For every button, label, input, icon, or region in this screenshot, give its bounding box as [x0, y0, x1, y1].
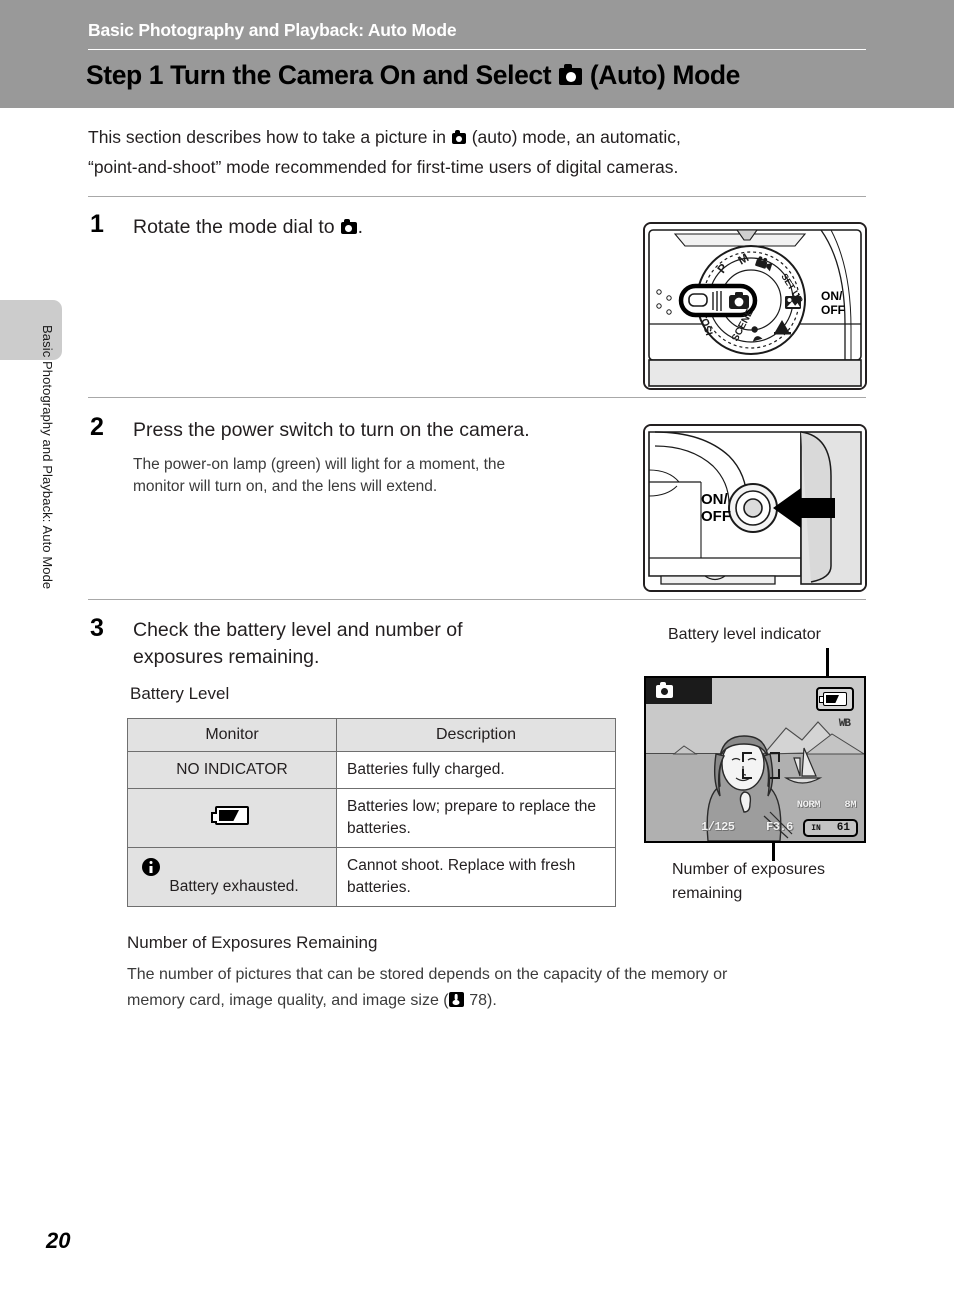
lcd-memory-label: IN — [811, 823, 821, 833]
step-3-heading-line2: exposures remaining. — [133, 646, 320, 668]
battery-level-table: Monitor Description NO INDICATOR Batteri… — [127, 718, 616, 907]
lcd-battery-level-indicator — [816, 687, 854, 711]
exposures-section-heading: Number of Exposures Remaining — [127, 933, 378, 952]
svg-text:OFF: OFF — [701, 508, 731, 525]
power-switch-illustration: ON/ OFF — [643, 424, 867, 592]
step-2-divider — [88, 599, 866, 600]
cell-monitor-exhausted-text: Battery exhausted. — [169, 878, 299, 896]
auto-camera-icon — [341, 219, 357, 234]
mode-dial-illustration: P M SET UP SCENE ISO ON/ OFF — [643, 222, 867, 390]
lcd-exposures-remaining-value: 61 — [836, 822, 850, 834]
page-title-text-after: (Auto) Mode — [582, 60, 741, 90]
low-battery-icon — [211, 806, 249, 825]
lcd-mode-badge — [646, 678, 712, 704]
page-title: Step 1 Turn the Camera On and Select (Au… — [86, 60, 740, 91]
table-row: Batteries low; prepare to replace the ba… — [127, 788, 616, 848]
lcd-exposures-remaining-box: IN 61 — [803, 819, 858, 837]
cell-monitor-low-battery — [127, 788, 337, 848]
step-3-heading-line1: Check the battery level and number of — [133, 619, 463, 641]
lcd-shutter-speed: 1/125 — [701, 820, 735, 834]
lcd-image-quality: NORM — [796, 799, 821, 811]
page-number: 20 — [46, 1228, 71, 1253]
book-reference-icon — [448, 992, 464, 1008]
exposures-body-line2: memory card, image quality, and image si… — [127, 992, 449, 1009]
section-label: Basic Photography and Playback: Auto Mod… — [88, 20, 457, 40]
cell-description-low: Batteries low; prepare to replace the ba… — [336, 788, 616, 848]
exposures-remaining-callout-label: Number of exposures remaining — [672, 861, 825, 902]
step-2-body: The power-on lamp (green) will light for… — [133, 454, 603, 498]
cell-monitor-no-indicator: NO INDICATOR — [127, 751, 337, 789]
lcd-aperture: F3.6 — [766, 820, 793, 834]
side-running-head: Basic Photography and Playback: Auto Mod… — [40, 325, 55, 590]
intro-line2: “point-and-shoot” mode recommended for f… — [88, 157, 679, 177]
intro-text-after: (auto) mode, an automatic, — [466, 127, 681, 147]
table-row: NO INDICATOR Batteries fully charged. — [127, 751, 616, 789]
battery-level-indicator-callout-label: Battery level indicator — [668, 626, 821, 643]
svg-text:ON/: ON/ — [821, 289, 843, 303]
power-switch-drawing: ON/ OFF — [645, 426, 865, 590]
header-divider — [88, 49, 866, 50]
focus-area-brackets — [742, 752, 780, 779]
battery-level-subheading: Battery Level — [130, 684, 230, 703]
step-1-heading-before: Rotate the mode dial to — [133, 216, 341, 238]
column-header-monitor: Monitor — [127, 718, 337, 752]
exposures-body-line1: The number of pictures that can be store… — [127, 966, 728, 983]
white-balance-icon: WB — [838, 718, 851, 730]
low-battery-icon — [819, 692, 847, 706]
cell-description-fully-charged: Batteries fully charged. — [336, 751, 616, 789]
step-1-divider — [88, 397, 866, 398]
exposures-section-body: The number of pictures that can be store… — [127, 962, 867, 1014]
svg-text:ON/: ON/ — [701, 491, 729, 508]
auto-camera-icon — [656, 681, 673, 698]
lcd-image-size: 8M — [844, 799, 856, 811]
step-1-heading: Rotate the mode dial to . — [133, 214, 363, 241]
exposures-body-reference: 78). — [464, 992, 497, 1009]
cell-description-exhausted: Cannot shoot. Replace with fresh batteri… — [336, 847, 616, 907]
column-header-description: Description — [336, 718, 616, 752]
step-2-body-line2: monitor will turn on, and the lens will … — [133, 478, 438, 495]
auto-camera-icon — [451, 130, 466, 144]
intro-text-before: This section describes how to take a pic… — [88, 127, 451, 147]
header-band — [0, 0, 954, 108]
camera-monitor-illustration: WB 1/125 F3.6 NORM 8M IN 61 — [644, 676, 866, 843]
cell-monitor-exhausted: Battery exhausted. — [127, 847, 337, 907]
intro-paragraph: This section describes how to take a pic… — [88, 122, 848, 182]
step-3-number: 3 — [90, 614, 104, 642]
info-exclamation-icon — [142, 857, 160, 876]
table-row: Battery exhausted. Cannot shoot. Replace… — [127, 847, 616, 907]
intro-divider — [88, 196, 866, 197]
lcd-screen: WB 1/125 F3.6 NORM 8M IN 61 — [644, 676, 866, 843]
step-2-number: 2 — [90, 413, 104, 441]
svg-text:OFF: OFF — [821, 303, 845, 317]
step-3-heading: Check the battery level and number of ex… — [133, 617, 563, 671]
table-header-row: Monitor Description — [127, 718, 616, 752]
step-2-heading: Press the power switch to turn on the ca… — [133, 419, 530, 441]
auto-camera-icon — [559, 63, 582, 86]
page-title-text-before: Step 1 Turn the Camera On and Select — [86, 60, 559, 90]
step-1-number: 1 — [90, 210, 104, 238]
mode-dial-drawing: P M SET UP SCENE ISO ON/ OFF — [645, 224, 865, 388]
step-1-heading-after: . — [357, 216, 364, 238]
step-2-body-line1: The power-on lamp (green) will light for… — [133, 456, 506, 473]
